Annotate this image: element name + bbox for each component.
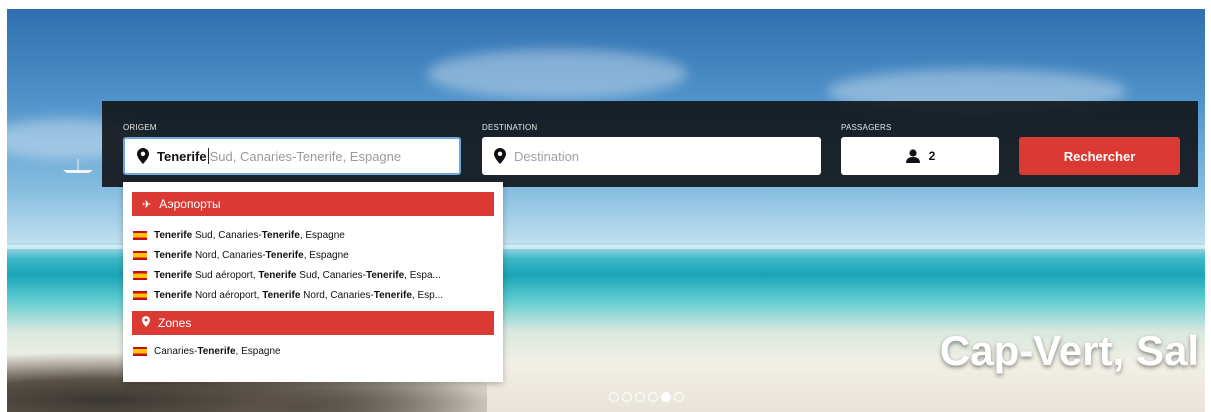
spain-flag-icon [133,290,147,300]
autocomplete-dropdown: ✈ Аэропорты Tenerife Sud, Canaries-Tener… [123,182,503,382]
map-pin-icon [142,316,150,330]
carousel-dot[interactable] [661,392,671,402]
slide-caption: Cap-Vert, Sal [939,327,1199,374]
text-caret [207,148,209,164]
carousel-dot[interactable] [635,392,645,402]
carousel-dot[interactable] [674,392,684,402]
suggestion-text: Tenerife Nord, Canaries-Tenerife, Espagn… [154,249,349,261]
suggestion-item[interactable]: Canaries-Tenerife, Espagne [123,341,503,361]
carousel-dot[interactable] [622,392,632,402]
spain-flag-icon [133,250,147,260]
group-header-airports: ✈ Аэропорты [132,192,494,216]
passengers-selector[interactable]: 2 [841,137,999,175]
suggestion-item[interactable]: Tenerife Nord, Canaries-Tenerife, Espagn… [123,245,503,265]
suggestion-text: Tenerife Sud aéroport, Tenerife Sud, Can… [154,269,441,281]
destination-label: DESTINATION [482,123,538,132]
suggestion-item[interactable]: Tenerife Sud, Canaries-Tenerife, Espagne [123,225,503,245]
airplane-icon: ✈ [142,198,152,211]
carousel-dot[interactable] [648,392,658,402]
suggestion-text: Tenerife Sud, Canaries-Tenerife, Espagne [154,229,345,241]
search-button[interactable]: Rechercher [1019,137,1180,175]
spain-flag-icon [133,270,147,280]
group-header-zones: Zones [132,311,494,335]
map-pin-icon [494,148,506,164]
suggestion-item[interactable]: Tenerife Nord aéroport, Tenerife Nord, C… [123,285,503,305]
cloud [427,49,687,99]
group-title: Zones [158,316,192,330]
group-title: Аэропорты [159,197,221,211]
spain-flag-icon [133,230,147,240]
sailboat-icon [63,159,93,173]
search-panel: ORIGEM Tenerife Sud, Canaries-Tenerife, E… [102,101,1198,187]
origin-typed-text: Tenerife [157,148,207,164]
passengers-label: PASSAGERS [841,123,892,132]
destination-placeholder: Destination [514,148,580,164]
origin-autocomplete-hint: Sud, Canaries-Tenerife, Espagne [209,148,402,164]
suggestion-item[interactable]: Tenerife Sud aéroport, Tenerife Sud, Can… [123,265,503,285]
suggestion-text: Canaries-Tenerife, Espagne [154,345,281,357]
passenger-count: 2 [928,149,936,163]
spain-flag-icon [133,346,147,356]
carousel-dot[interactable] [609,392,619,402]
origin-label: ORIGEM [123,123,157,132]
person-icon [905,149,920,163]
origin-input[interactable]: Tenerife Sud, Canaries-Tenerife, Espagne [123,137,461,175]
suggestion-text: Tenerife Nord aéroport, Tenerife Nord, C… [154,289,444,301]
destination-input[interactable]: Destination [482,137,821,175]
carousel-pagination [609,392,684,402]
map-pin-icon [137,148,149,164]
